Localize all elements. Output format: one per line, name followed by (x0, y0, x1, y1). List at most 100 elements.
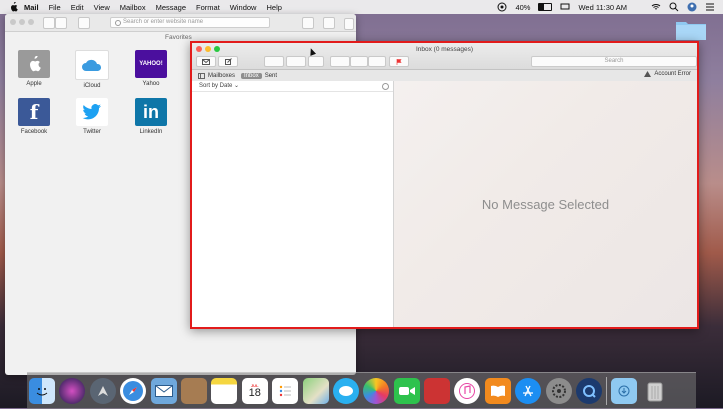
share-button[interactable] (302, 17, 314, 29)
finder-icon[interactable] (29, 378, 55, 404)
window-title: Inbox (0 messages) (415, 46, 474, 53)
favorite-twitter[interactable]: Twitter (72, 98, 112, 135)
mail-titlebar: Inbox (0 messages) Search (192, 43, 697, 70)
battery-icon[interactable] (538, 3, 553, 11)
archive-button[interactable] (264, 56, 284, 67)
notification-icon[interactable] (497, 2, 507, 12)
get-mail-button[interactable] (196, 56, 216, 67)
spotlight-icon[interactable] (669, 2, 679, 12)
minimize-button[interactable] (19, 19, 25, 25)
warning-icon (644, 71, 652, 77)
mail-window: Inbox (0 messages) Search Mailboxes Inbo… (190, 41, 699, 329)
reply-all-button[interactable] (350, 56, 368, 67)
favorite-linkedin[interactable]: in LinkedIn (131, 98, 171, 135)
menu-app-mail[interactable]: Mail (24, 3, 39, 12)
app-store-icon[interactable] (515, 378, 542, 404)
mailboxes-label: Mailboxes (208, 72, 236, 79)
display-icon[interactable] (560, 2, 570, 12)
status-area: 40% Wed 11:30 AM (497, 0, 715, 14)
siri-icon[interactable] (59, 378, 86, 404)
quicktime-icon[interactable] (576, 378, 603, 404)
forward-button[interactable] (368, 56, 386, 67)
maps-icon[interactable] (302, 378, 329, 404)
address-placeholder: Search or enter website name (123, 19, 204, 25)
sort-bar[interactable]: Sort by Date ⌄ (192, 81, 393, 92)
menu-format[interactable]: Format (196, 3, 220, 12)
wifi-icon[interactable] (651, 2, 661, 12)
twitter-bird-icon (76, 98, 108, 126)
address-bar[interactable]: Search or enter website name (110, 17, 270, 28)
filter-icon[interactable] (382, 83, 389, 90)
downloads-folder-icon[interactable] (611, 378, 638, 404)
inbox-favorite[interactable]: Inbox (241, 72, 262, 79)
menu-mailbox[interactable]: Mailbox (120, 3, 146, 12)
photos-icon[interactable] (363, 378, 390, 404)
no-message-text: No Message Selected (481, 196, 610, 212)
reminders-icon[interactable] (272, 378, 299, 404)
calendar-day: 18 (248, 387, 261, 399)
junk-button[interactable] (308, 56, 324, 67)
compose-icon (224, 58, 232, 65)
tabs-button[interactable] (323, 17, 335, 29)
menu-view[interactable]: View (94, 3, 110, 12)
search-field[interactable]: Search (531, 56, 697, 67)
apple-logo-icon (18, 50, 50, 78)
sidebar-icon (198, 72, 205, 79)
forward-button[interactable] (55, 17, 67, 29)
battery-percent[interactable]: 40% (515, 3, 530, 12)
clock[interactable]: Wed 11:30 AM (578, 3, 627, 12)
trash-icon[interactable] (642, 378, 668, 404)
launchpad-icon[interactable] (89, 378, 116, 404)
mail-icon[interactable] (150, 378, 177, 404)
favorite-label: Twitter (83, 129, 101, 135)
photo-booth-icon[interactable] (424, 378, 451, 404)
mailboxes-toggle[interactable]: Mailboxes (198, 72, 236, 79)
sort-label: Sort by Date (199, 83, 233, 89)
notification-center-icon[interactable] (705, 2, 715, 12)
menu-window[interactable]: Window (230, 3, 257, 12)
favorite-apple[interactable]: Apple (14, 50, 54, 87)
system-preferences-icon[interactable] (545, 378, 572, 404)
contacts-icon[interactable] (180, 378, 207, 404)
menu-message[interactable]: Message (156, 3, 186, 12)
desktop-folder-icon[interactable] (675, 19, 707, 41)
account-error[interactable]: Account Error (644, 71, 691, 77)
new-tab-button[interactable] (344, 18, 354, 30)
account-error-label: Account Error (654, 71, 691, 77)
menu-help[interactable]: Help (266, 3, 281, 12)
favorite-label: iCloud (83, 83, 101, 89)
facetime-icon[interactable] (393, 378, 420, 404)
compose-button[interactable] (218, 56, 238, 67)
itunes-icon[interactable] (454, 378, 481, 404)
close-button[interactable] (10, 19, 16, 25)
reply-button[interactable] (330, 56, 350, 67)
favorite-facebook[interactable]: f Facebook (14, 98, 54, 135)
search-icon (115, 20, 121, 26)
menu-file[interactable]: File (49, 3, 61, 12)
sent-favorite[interactable]: Sent (265, 73, 277, 79)
user-icon[interactable] (687, 2, 697, 12)
favorite-label: Yahoo (142, 81, 160, 87)
facebook-logo-icon: f (18, 98, 50, 126)
safari-icon[interactable] (120, 378, 147, 404)
favorite-label: Facebook (20, 129, 48, 135)
sidebar-button[interactable] (78, 17, 90, 29)
back-button[interactable] (43, 17, 55, 29)
message-list[interactable]: Sort by Date ⌄ (192, 81, 394, 327)
favorite-yahoo[interactable]: YAHOO! Yahoo (131, 50, 171, 87)
messages-icon[interactable] (332, 378, 359, 404)
menu-bar: Mail File Edit View Mailbox Message Form… (0, 0, 723, 14)
zoom-button[interactable] (28, 19, 34, 25)
yahoo-logo-icon: YAHOO! (135, 50, 167, 78)
flag-button[interactable] (389, 56, 409, 67)
calendar-icon[interactable]: JUL 18 (241, 378, 268, 404)
apple-menu-icon[interactable] (9, 2, 18, 12)
delete-button[interactable] (286, 56, 306, 67)
favorite-icloud[interactable]: iCloud (72, 50, 112, 89)
notes-icon[interactable] (211, 378, 238, 404)
envelope-icon (202, 58, 210, 65)
chevron-down-icon: ⌄ (234, 83, 240, 89)
ibooks-icon[interactable] (484, 378, 511, 404)
dock-separator (606, 377, 608, 405)
menu-edit[interactable]: Edit (71, 3, 84, 12)
